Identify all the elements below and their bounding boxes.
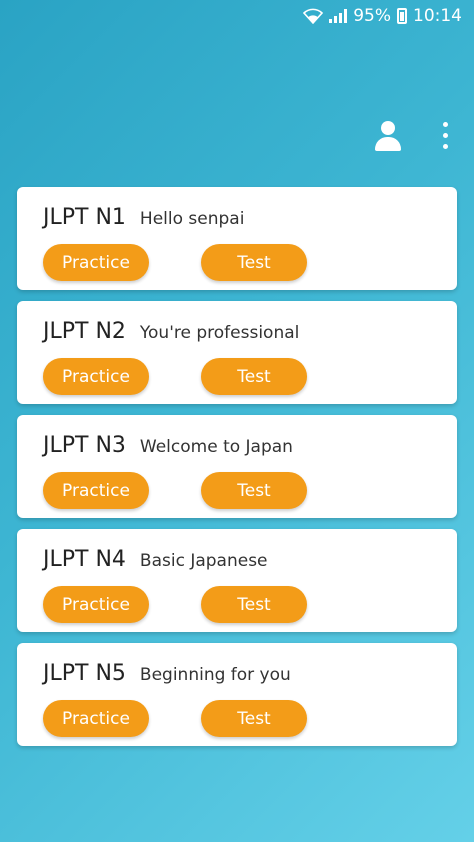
test-button[interactable]: Test xyxy=(201,586,307,623)
test-button[interactable]: Test xyxy=(201,244,307,281)
level-card-n1: JLPT N1 Hello senpai Practice Test xyxy=(17,187,457,290)
level-title: JLPT N1 xyxy=(43,205,126,230)
battery-charging-icon xyxy=(397,8,407,24)
level-card-n4: JLPT N4 Basic Japanese Practice Test xyxy=(17,529,457,632)
signal-icon xyxy=(329,9,348,23)
practice-button[interactable]: Practice xyxy=(43,472,149,509)
level-title: JLPT N2 xyxy=(43,319,126,344)
level-subtitle: You're professional xyxy=(139,323,300,343)
wifi-icon xyxy=(303,8,324,24)
level-subtitle: Hello senpai xyxy=(139,209,245,229)
user-icon[interactable] xyxy=(373,120,403,151)
toolbar-actions xyxy=(373,120,452,151)
level-title: JLPT N3 xyxy=(43,433,126,458)
status-bar: 95% 10:14 xyxy=(0,0,474,32)
practice-button[interactable]: Practice xyxy=(43,358,149,395)
level-subtitle: Beginning for you xyxy=(139,665,291,685)
level-list: JLPT N1 Hello senpai Practice Test JLPT … xyxy=(17,187,457,746)
level-title: JLPT N4 xyxy=(43,547,126,572)
practice-button[interactable]: Practice xyxy=(43,586,149,623)
practice-button[interactable]: Practice xyxy=(43,244,149,281)
level-card-n2: JLPT N2 You're professional Practice Tes… xyxy=(17,301,457,404)
level-title: JLPT N5 xyxy=(43,661,126,686)
more-vert-icon[interactable] xyxy=(439,120,452,151)
level-card-n5: JLPT N5 Beginning for you Practice Test xyxy=(17,643,457,746)
level-subtitle: Basic Japanese xyxy=(139,551,268,571)
test-button[interactable]: Test xyxy=(201,700,307,737)
battery-percent: 95% xyxy=(353,6,391,26)
test-button[interactable]: Test xyxy=(201,472,307,509)
level-card-n3: JLPT N3 Welcome to Japan Practice Test xyxy=(17,415,457,518)
practice-button[interactable]: Practice xyxy=(43,700,149,737)
test-button[interactable]: Test xyxy=(201,358,307,395)
level-subtitle: Welcome to Japan xyxy=(139,437,293,457)
clock: 10:14 xyxy=(413,6,462,26)
